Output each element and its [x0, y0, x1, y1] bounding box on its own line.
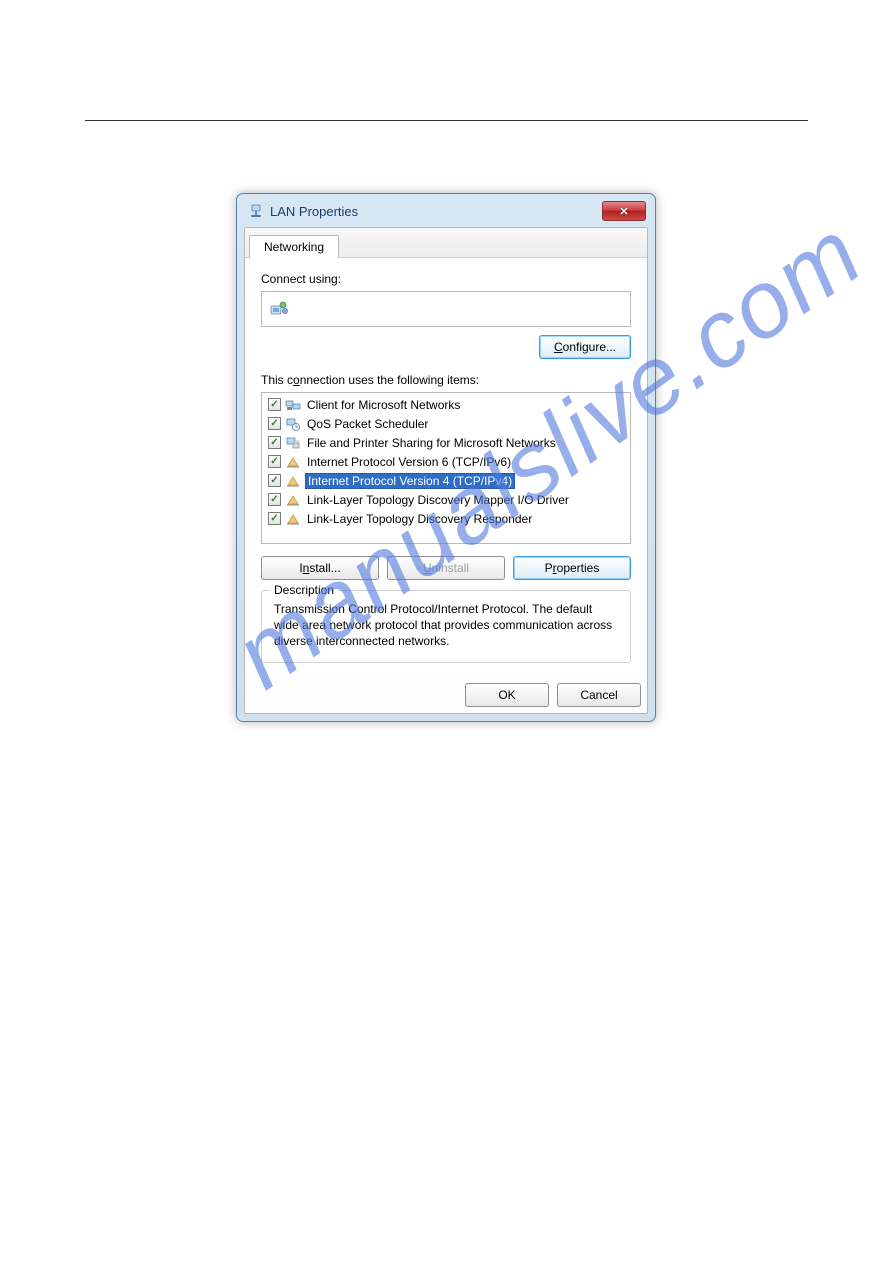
checkbox[interactable]: ✓ — [268, 512, 281, 525]
configure-button[interactable]: Configure... — [539, 335, 631, 359]
list-item-label: Internet Protocol Version 4 (TCP/IPv4) — [305, 473, 515, 489]
connect-using-field[interactable] — [261, 291, 631, 327]
check-icon: ✓ — [270, 419, 278, 429]
titlebar-left: LAN Properties — [248, 203, 358, 219]
list-item-label: Link-Layer Topology Discovery Responder — [305, 512, 534, 526]
list-item[interactable]: ✓ Internet Protocol Version 4 (TCP/IPv4) — [262, 471, 630, 490]
checkbox[interactable]: ✓ — [268, 436, 281, 449]
tab-content-networking: Connect using: Configure... This connect… — [245, 258, 647, 673]
client-icon — [285, 397, 301, 413]
item-buttons-row: Install... Uninstall Properties — [261, 556, 631, 580]
connection-items-listbox[interactable]: ✓ Client for Microsoft Networks ✓ QoS Pa… — [261, 392, 631, 544]
list-item[interactable]: ✓ Link-Layer Topology Discovery Responde… — [262, 509, 630, 528]
qos-icon — [285, 416, 301, 432]
list-item-label: Internet Protocol Version 6 (TCP/IPv6) — [305, 455, 513, 469]
titlebar[interactable]: LAN Properties ✕ — [244, 201, 648, 227]
checkbox[interactable]: ✓ — [268, 455, 281, 468]
list-item[interactable]: ✓ QoS Packet Scheduler — [262, 414, 630, 433]
properties-button[interactable]: Properties — [513, 556, 631, 580]
close-button[interactable]: ✕ — [602, 201, 646, 221]
footer-buttons: OK Cancel — [245, 673, 647, 713]
close-icon: ✕ — [619, 205, 628, 218]
tab-strip: Networking — [245, 228, 647, 258]
items-label: This connection uses the following items… — [261, 373, 631, 387]
checkbox[interactable]: ✓ — [268, 417, 281, 430]
description-text: Transmission Control Protocol/Internet P… — [274, 601, 618, 650]
check-icon: ✓ — [270, 476, 278, 486]
checkbox[interactable]: ✓ — [268, 474, 281, 487]
checkbox[interactable]: ✓ — [268, 493, 281, 506]
check-icon: ✓ — [270, 438, 278, 448]
cancel-button[interactable]: Cancel — [557, 683, 641, 707]
install-button[interactable]: Install... — [261, 556, 379, 580]
check-icon: ✓ — [270, 400, 278, 410]
adapter-icon — [270, 300, 288, 318]
dialog-title: LAN Properties — [270, 204, 358, 219]
ok-button[interactable]: OK — [465, 683, 549, 707]
uninstall-button[interactable]: Uninstall — [387, 556, 505, 580]
checkbox[interactable]: ✓ — [268, 398, 281, 411]
fileprint-icon — [285, 435, 301, 451]
list-item-label: Client for Microsoft Networks — [305, 398, 462, 412]
check-icon: ✓ — [270, 495, 278, 505]
protocol-icon — [285, 473, 301, 489]
check-icon: ✓ — [270, 514, 278, 524]
list-item-label: File and Printer Sharing for Microsoft N… — [305, 436, 558, 450]
network-adapter-icon — [248, 203, 264, 219]
protocol-icon — [285, 492, 301, 508]
connect-using-label: Connect using: — [261, 272, 631, 286]
description-group: Description Transmission Control Protoco… — [261, 590, 631, 663]
configure-row: Configure... — [261, 335, 631, 359]
check-icon: ✓ — [270, 457, 278, 467]
description-legend: Description — [270, 583, 338, 597]
list-item[interactable]: ✓ Link-Layer Topology Discovery Mapper I… — [262, 490, 630, 509]
list-item-label: QoS Packet Scheduler — [305, 417, 430, 431]
tab-networking[interactable]: Networking — [249, 235, 339, 258]
dialog-body: Networking Connect using: Configure... T… — [244, 227, 648, 714]
list-item[interactable]: ✓ File and Printer Sharing for Microsoft… — [262, 433, 630, 452]
lan-properties-dialog: LAN Properties ✕ Networking Connect usin… — [236, 193, 656, 722]
protocol-icon — [285, 511, 301, 527]
list-item[interactable]: ✓ Client for Microsoft Networks — [262, 395, 630, 414]
list-item-label: Link-Layer Topology Discovery Mapper I/O… — [305, 493, 571, 507]
page-divider — [85, 120, 808, 121]
protocol-icon — [285, 454, 301, 470]
list-item[interactable]: ✓ Internet Protocol Version 6 (TCP/IPv6) — [262, 452, 630, 471]
